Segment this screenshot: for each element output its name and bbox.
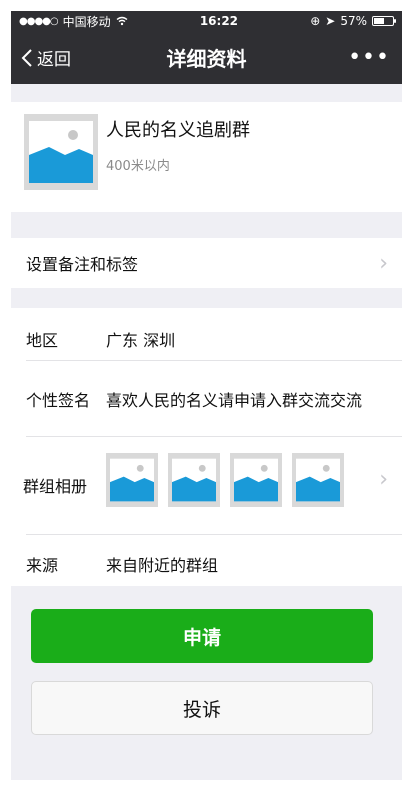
location-icon: ➤ — [325, 14, 336, 28]
signature-value: 喜欢人民的名义请申请入群交流交流 — [106, 391, 363, 410]
image-placeholder-icon — [296, 458, 340, 502]
album-photo[interactable] — [106, 453, 158, 507]
group-distance: 400米以内 — [106, 159, 170, 174]
status-time: 16:22 — [199, 14, 239, 28]
status-left: ●●●●○ 中国移动 — [19, 13, 128, 30]
divider — [26, 534, 402, 535]
status-bar: ●●●●○ 中国移动 16:22 ⊕ ➤ 57% — [11, 11, 402, 31]
album-label: 群组相册 — [23, 477, 88, 496]
apply-button[interactable]: 申请 — [31, 609, 373, 663]
signature-label: 个性签名 — [26, 391, 91, 410]
battery-icon — [372, 16, 396, 26]
page-title: 详细资料 — [166, 47, 247, 71]
signal-icon: ●●●●○ — [19, 15, 59, 27]
group-name: 人民的名义追剧群 — [106, 120, 250, 141]
region-label: 地区 — [26, 331, 59, 350]
screen: ●●●●○ 中国移动 16:22 ⊕ ➤ 57% 返回 详细资料 ••• 人民的… — [11, 11, 402, 780]
wifi-icon — [116, 16, 128, 26]
source-label: 来源 — [26, 556, 59, 575]
album-photo[interactable] — [168, 453, 220, 507]
image-placeholder-icon — [29, 121, 93, 183]
profile-card: 人民的名义追剧群 400米以内 — [11, 102, 402, 212]
image-placeholder-icon — [234, 458, 278, 502]
carrier-label: 中国移动 — [62, 14, 111, 29]
nav-bar: 返回 详细资料 ••• — [11, 31, 402, 84]
source-value: 来自附近的群组 — [106, 556, 219, 575]
info-section: 地区 广东 深圳 个性签名 喜欢人民的名义请申请入群交流交流 群组相册 › 来源… — [11, 308, 402, 586]
battery-fill — [374, 18, 385, 24]
divider — [26, 360, 402, 361]
remark-label: 设置备注和标签 — [26, 255, 139, 274]
album-photo[interactable] — [292, 453, 344, 507]
remark-tag-row[interactable]: 设置备注和标签 › — [11, 238, 402, 288]
status-right: ⊕ ➤ 57% — [310, 14, 396, 28]
group-avatar[interactable] — [24, 114, 98, 190]
region-value: 广东 深圳 — [106, 331, 176, 350]
report-button[interactable]: 投诉 — [31, 681, 373, 735]
album-photo[interactable] — [230, 453, 282, 507]
image-placeholder-icon — [172, 458, 216, 502]
battery-percent: 57% — [340, 14, 367, 28]
rotation-lock-icon: ⊕ — [310, 14, 321, 28]
chevron-right-icon: › — [379, 467, 388, 492]
more-button[interactable]: ••• — [348, 31, 390, 84]
album-thumbnails — [106, 453, 344, 507]
chevron-right-icon: › — [379, 250, 388, 276]
image-placeholder-icon — [110, 458, 154, 502]
